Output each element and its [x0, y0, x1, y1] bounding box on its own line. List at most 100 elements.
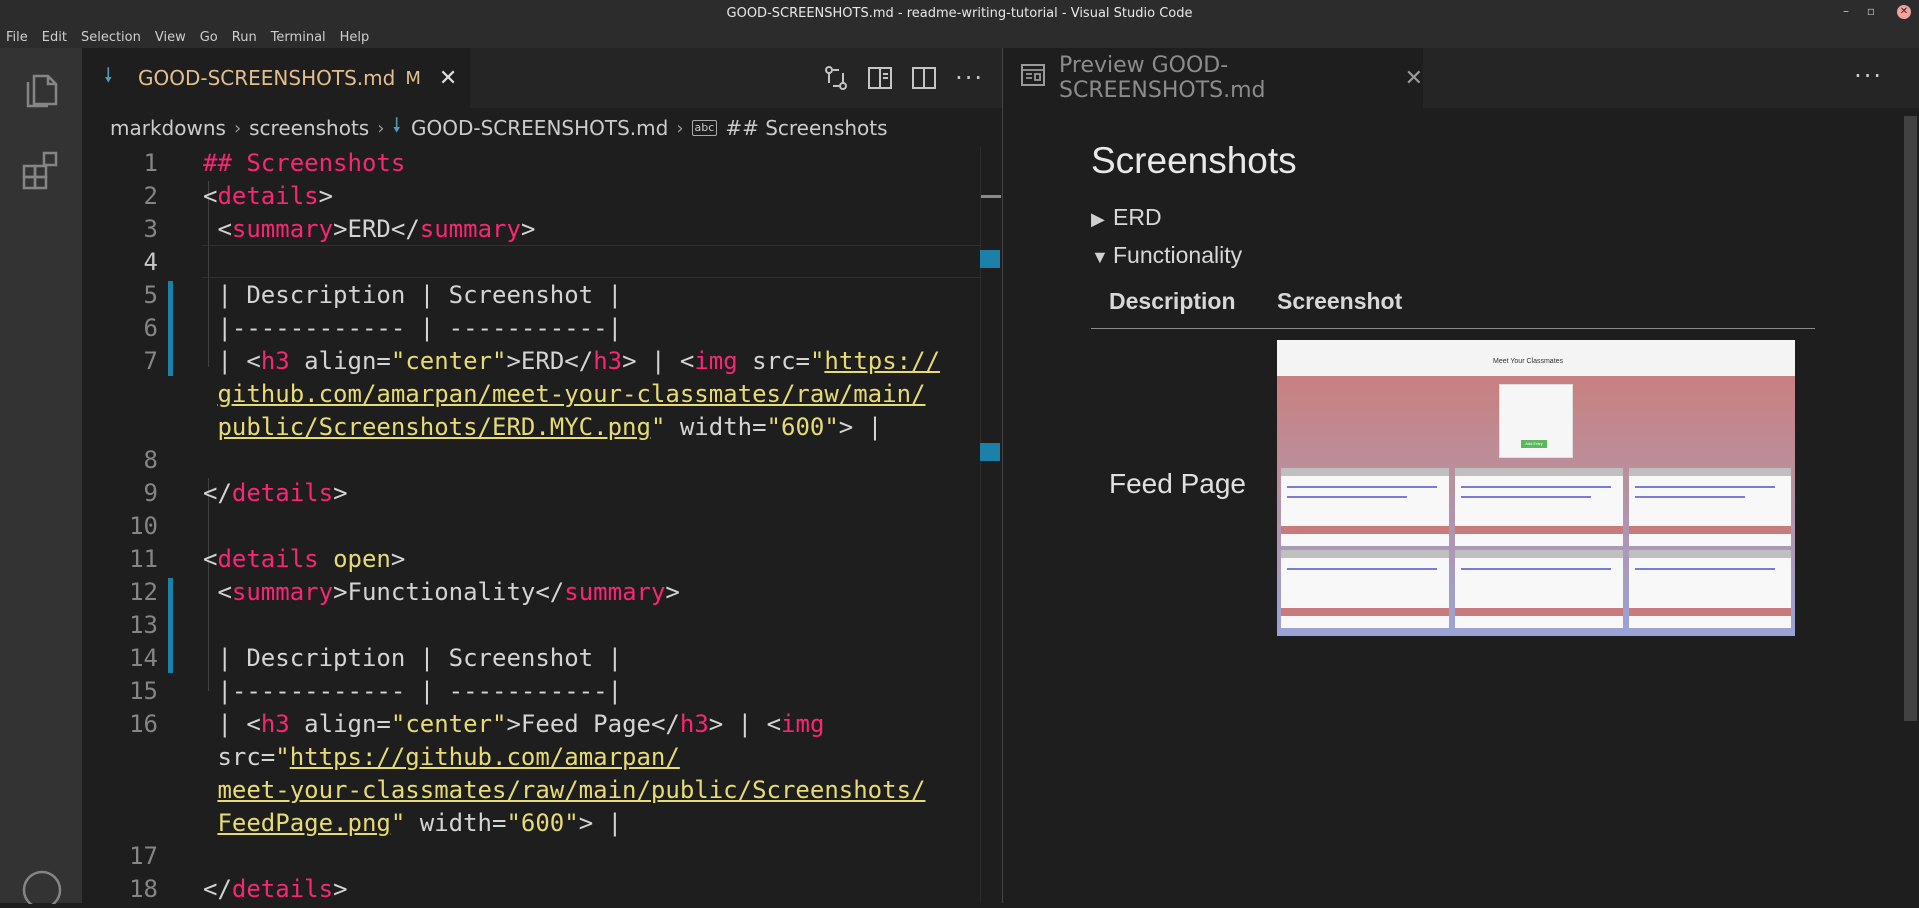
line-number: 8	[143, 446, 158, 474]
code-line-16-wrap3: FeedPage.png" width="600"> |	[217, 809, 623, 837]
current-line-highlight	[202, 245, 980, 278]
line-number: 7	[143, 347, 158, 375]
chevron-right-icon: ›	[377, 117, 385, 139]
menu-bar: File Edit Selection View Go Run Terminal…	[0, 26, 1919, 48]
files-icon[interactable]	[20, 68, 64, 112]
erd-image-link[interactable]: https://	[824, 347, 940, 375]
line-number: 9	[143, 479, 158, 507]
details-summary-functionality[interactable]: ▼ Functionality	[1091, 242, 1242, 269]
menu-go[interactable]: Go	[194, 30, 226, 45]
code-line-15: |------------ | -----------|	[217, 677, 623, 705]
preview-scrollbar-thumb[interactable]	[1904, 116, 1917, 721]
editor-tab-bar: 🠗 GOOD-SCREENSHOTS.md M ✕ ···	[82, 48, 1002, 108]
table-header-description: Description	[1109, 288, 1236, 314]
feed-page-screenshot-image: Meet Your Classmates Add Entry	[1277, 340, 1795, 636]
tab-good-screenshots[interactable]: 🠗 GOOD-SCREENSHOTS.md M ✕	[82, 48, 470, 108]
menu-terminal[interactable]: Terminal	[265, 30, 334, 45]
window-title: GOOD-SCREENSHOTS.md - readme-writing-tut…	[726, 5, 1193, 21]
breadcrumb: markdowns › screenshots › 🠗 GOOD-SCREENS…	[82, 110, 1002, 146]
activity-bar	[0, 48, 82, 908]
window-titlebar: GOOD-SCREENSHOTS.md - readme-writing-tut…	[0, 0, 1919, 26]
triangle-down-icon: ▼	[1091, 247, 1109, 267]
line-number: 13	[129, 611, 158, 639]
breadcrumb-file[interactable]: GOOD-SCREENSHOTS.md	[411, 116, 668, 140]
extensions-icon[interactable]	[20, 148, 64, 192]
open-preview-side-icon[interactable]	[867, 65, 893, 91]
line-number: 16	[129, 710, 158, 738]
line-number: 5	[143, 281, 158, 309]
line-number: 15	[129, 677, 158, 705]
code-line-2: <details>	[203, 182, 334, 210]
minimize-icon[interactable]: –	[1843, 4, 1849, 18]
close-window-icon[interactable]: ✕	[1897, 5, 1911, 19]
code-line-5: | Description | Screenshot |	[217, 281, 623, 309]
close-tab-icon[interactable]: ✕	[1405, 66, 1423, 91]
markdown-file-icon: 🠗	[392, 113, 402, 137]
line-number: 10	[129, 512, 158, 540]
code-line-16: | <h3 align="center">Feed Page</h3> | <i…	[203, 710, 825, 738]
code-line-1: ## Screenshots	[203, 149, 406, 177]
image-add-entry-button: Add Entry	[1521, 440, 1547, 448]
modified-line-marker	[168, 578, 173, 673]
line-number: 17	[129, 842, 158, 870]
line-number: 18	[129, 875, 158, 903]
code-line-14: | Description | Screenshot |	[217, 644, 623, 672]
code-line-16-wrap2: meet-your-classmates/raw/main/public/Scr…	[217, 776, 926, 804]
more-actions-icon[interactable]: ···	[955, 64, 984, 92]
line-number: 1	[143, 149, 158, 177]
code-line-18: </details>	[203, 875, 348, 903]
code-line-7-wrap1: github.com/amarpan/meet-your-classmates/…	[217, 380, 926, 408]
menu-view[interactable]: View	[149, 30, 194, 45]
code-line-11: <details open>	[203, 545, 406, 573]
overview-marker	[980, 443, 1000, 461]
line-number: 3	[143, 215, 158, 243]
menu-run[interactable]: Run	[226, 30, 265, 45]
preview-tab-bar: Preview GOOD-SCREENSHOTS.md ✕ ···	[1003, 48, 1919, 108]
code-line-7-wrap2: public/Screenshots/ERD.MYC.png" width="6…	[217, 413, 883, 441]
code-line-3: <summary>ERD</summary>	[217, 215, 536, 243]
line-number: 6	[143, 314, 158, 342]
markdown-preview: Screenshots ▶ ERD ▼ Functionality Descript…	[1003, 108, 1901, 903]
chevron-right-icon: ›	[676, 117, 684, 139]
line-number: 2	[143, 182, 158, 210]
preview-scrollbar[interactable]	[1901, 108, 1919, 903]
open-changes-icon[interactable]	[823, 65, 849, 91]
preview-icon	[1021, 64, 1045, 92]
code-line-9: </details>	[203, 479, 348, 507]
breadcrumb-symbol[interactable]: ## Screenshots	[725, 116, 887, 140]
more-actions-icon[interactable]: ···	[1854, 62, 1883, 90]
overview-marker	[980, 250, 1000, 268]
split-editor-icon[interactable]	[911, 65, 937, 91]
code-line-12: <summary>Functionality</summary>	[217, 578, 680, 606]
close-tab-icon[interactable]: ✕	[439, 66, 457, 91]
breadcrumb-folder-screenshots[interactable]: screenshots	[249, 116, 369, 140]
code-editor[interactable]: 1 2 3 4 5 6 7 8 9 10 11 12 13 14 15 16 1…	[82, 147, 980, 903]
code-line-16-wrap1: src="https://github.com/amarpan/	[203, 743, 680, 771]
line-number: 12	[129, 578, 158, 606]
menu-selection[interactable]: Selection	[75, 30, 149, 45]
preview-tab-label: Preview GOOD-SCREENSHOTS.md	[1059, 53, 1266, 103]
table-cell-feed-page: Feed Page	[1109, 468, 1246, 499]
image-banner-title: Meet Your Classmates	[1493, 358, 1564, 365]
account-icon[interactable]	[20, 860, 64, 908]
menu-help[interactable]: Help	[334, 30, 378, 45]
tab-preview[interactable]: Preview GOOD-SCREENSHOTS.md ✕	[1003, 48, 1423, 108]
breadcrumb-folder-markdowns[interactable]: markdowns	[110, 116, 226, 140]
preview-heading: Screenshots	[1091, 140, 1297, 181]
maximize-icon[interactable]: ▫	[1867, 4, 1875, 18]
menu-file[interactable]: File	[0, 30, 36, 45]
menu-edit[interactable]: Edit	[36, 30, 75, 45]
line-number: 11	[129, 545, 158, 573]
code-line-7: | <h3 align="center">ERD</h3> | <img src…	[203, 347, 941, 375]
modified-line-marker	[168, 281, 173, 376]
chevron-right-icon: ›	[233, 117, 242, 139]
string-symbol-icon: abc	[691, 120, 718, 136]
feedpage-image-link[interactable]: https://github.com/amarpan/	[290, 743, 680, 771]
modified-badge: M	[405, 67, 421, 89]
markdown-file-icon: 🠗	[104, 63, 113, 87]
details-summary-erd[interactable]: ▶ ERD	[1091, 204, 1162, 231]
table-header-screenshot: Screenshot	[1277, 288, 1403, 314]
line-number: 4	[143, 248, 158, 276]
code-line-6: |------------ | -----------|	[217, 314, 623, 342]
line-number: 14	[129, 644, 158, 672]
